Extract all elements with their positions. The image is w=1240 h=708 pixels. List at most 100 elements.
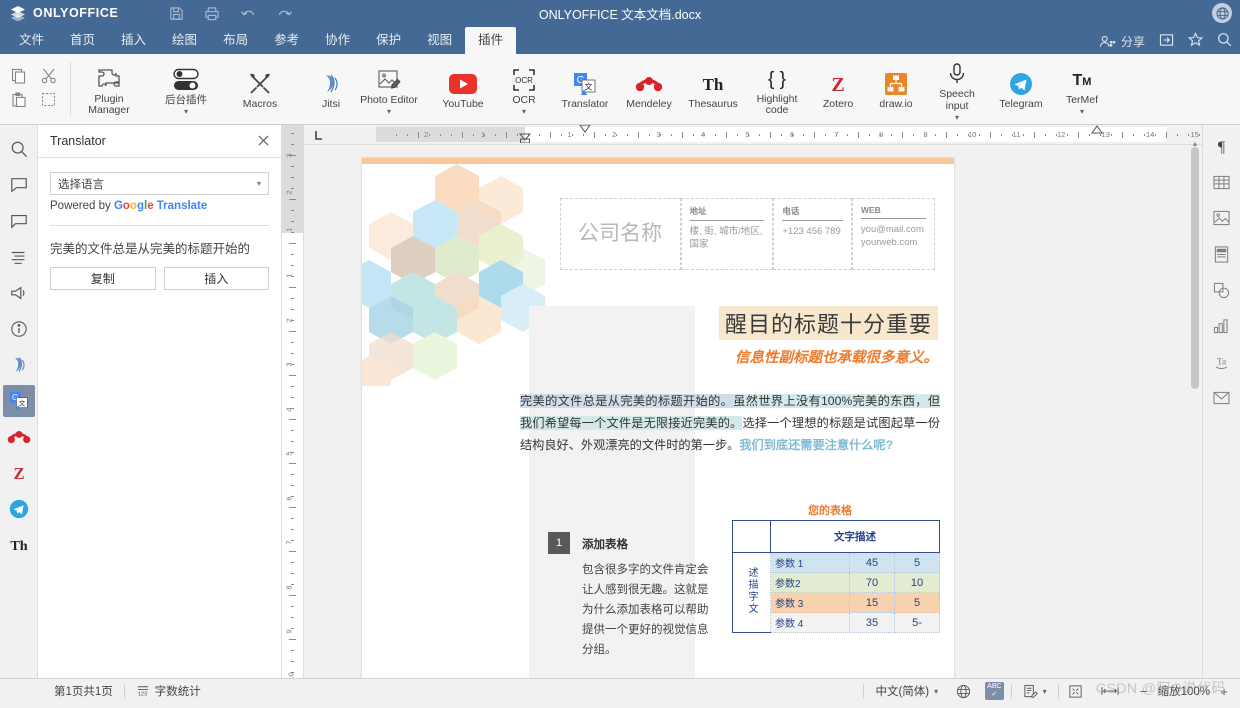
tab-2[interactable]: 插入 [108, 27, 159, 54]
plugin-button-thesaurus[interactable]: ThThesaurus [681, 54, 745, 124]
tab-7[interactable]: 保护 [363, 27, 414, 54]
right-sidebar-item-shape-settings[interactable] [1207, 275, 1237, 305]
chevron-down-icon[interactable]: ▾ [387, 108, 391, 115]
tab-0[interactable]: 文件 [6, 27, 57, 54]
select-all-icon[interactable] [41, 92, 59, 110]
right-sidebar-item-header-footer-settings[interactable] [1207, 239, 1237, 269]
right-sidebar-item-paragraph-settings[interactable]: ¶ [1207, 131, 1237, 161]
print-icon[interactable] [202, 3, 222, 23]
company-name-cell[interactable]: 公司名称 [560, 198, 681, 270]
plugin-button-zotero[interactable]: ZZotero [809, 54, 867, 124]
search-icon[interactable] [1217, 32, 1232, 50]
fit-width-button[interactable] [1092, 679, 1128, 704]
copy-button[interactable]: 复制 [50, 267, 156, 290]
tab-1[interactable]: 首页 [57, 27, 108, 54]
jitsi-icon [9, 355, 29, 375]
set-document-language-icon[interactable] [949, 679, 978, 704]
page-count[interactable]: 第1页共1页 [0, 679, 124, 704]
right-sidebar-item-chart-settings[interactable] [1207, 311, 1237, 341]
ruler-mark [880, 134, 881, 136]
sidebar-item-chat[interactable] [3, 205, 35, 237]
chevron-down-icon[interactable]: ▾ [184, 108, 188, 115]
plugin-button-macros[interactable]: Macros [231, 54, 289, 124]
plugin-button-highlight-code[interactable]: { }Highlight code [745, 54, 809, 124]
favorite-star-icon[interactable] [1188, 32, 1203, 50]
data-table[interactable]: 文字描述述描字文参数 1455参数27010参数 3155参数 4355- [732, 520, 940, 633]
ruler-tick: 2 [424, 130, 428, 139]
zoom-out-button[interactable]: − [1138, 684, 1150, 699]
zoom-in-button[interactable]: + [1218, 684, 1230, 699]
save-icon[interactable] [166, 3, 186, 23]
word-count-button[interactable]: 123 字数统计 [125, 679, 212, 704]
tab-6[interactable]: 协作 [312, 27, 363, 54]
web-cell[interactable]: WEB you@mail.com yourweb.com [852, 198, 935, 270]
copy-icon[interactable] [11, 68, 29, 86]
zoom-level[interactable]: 缩放100% [1158, 683, 1210, 699]
close-icon[interactable] [258, 134, 269, 148]
plugin-button-ocr[interactable]: OCROCR▾ [495, 54, 553, 124]
sidebar-item-zotero[interactable]: Z [3, 457, 35, 489]
vertical-ruler[interactable]: 32112345678910 [282, 125, 304, 678]
plugin-button-plugin-manager[interactable]: Plugin Manager [77, 54, 141, 124]
plugin-button-translator[interactable]: G 文 Translator [553, 54, 617, 124]
sidebar-item-about[interactable] [3, 313, 35, 345]
sidebar-item-search[interactable] [3, 133, 35, 165]
right-sidebar-item-image-settings[interactable] [1207, 203, 1237, 233]
sidebar-item-telegram[interactable] [3, 493, 35, 525]
sidebar-item-mendeley[interactable] [3, 421, 35, 453]
sidebar-item-comments[interactable] [3, 169, 35, 201]
fit-page-button[interactable] [1059, 679, 1092, 704]
plugin-button-draw-io[interactable]: draw.io [867, 54, 925, 124]
right-sidebar-item-mail-merge[interactable] [1207, 383, 1237, 413]
language-selector[interactable]: 中文(简体) ▾ [864, 679, 949, 704]
plugin-button-speech-input[interactable]: Speech input▾ [925, 54, 989, 124]
tab-3[interactable]: 绘图 [159, 27, 210, 54]
address-cell[interactable]: 地址 楼, 街, 城市/地区, 国家 [681, 198, 774, 270]
document-heading[interactable]: 醒目的标题十分重要 [578, 306, 938, 340]
tab-4[interactable]: 布局 [210, 27, 261, 54]
language-globe-icon[interactable] [1212, 3, 1232, 23]
document-page[interactable]: 公司名称 地址 楼, 街, 城市/地区, 国家 电话 +123 456 789 … [362, 158, 954, 678]
tab-stop-icon[interactable] [310, 126, 328, 144]
undo-icon[interactable] [238, 3, 258, 23]
right-sidebar-item-text-art-settings[interactable]: Ta [1207, 347, 1237, 377]
plugin-button-termef[interactable]: TMTerMef▾ [1053, 54, 1111, 124]
cut-icon[interactable] [41, 68, 59, 86]
share-button[interactable]: 分享 [1099, 33, 1145, 50]
chevron-down-icon[interactable]: ▾ [1080, 108, 1084, 115]
sidebar-item-translator[interactable]: G 文 [3, 385, 35, 417]
track-changes-button[interactable]: ▾ [1012, 679, 1058, 704]
plugin-button-mendeley[interactable]: Mendeley [617, 54, 681, 124]
scrollbar-thumb[interactable] [1191, 147, 1199, 389]
plugin-button-telegram[interactable]: Telegram [989, 54, 1053, 124]
chevron-down-icon[interactable]: ▾ [522, 108, 526, 115]
sidebar-item-thesaurus[interactable]: Th [3, 529, 35, 561]
plugin-button-photo-editor[interactable]: Photo Editor▾ [360, 54, 418, 124]
spellcheck-button[interactable]: ABC✓ [978, 679, 1010, 704]
open-location-icon[interactable] [1159, 33, 1174, 50]
tab-5[interactable]: 参考 [261, 27, 312, 54]
document-paragraph[interactable]: 完美的文件总是从完美的标题开始的。虽然世界上没有100%完美的东西，但我们希望每… [520, 390, 940, 456]
table-row[interactable]: 述描字文参数 1455 [733, 553, 940, 573]
company-header-table[interactable]: 公司名称 地址 楼, 街, 城市/地区, 国家 电话 +123 456 789 … [560, 198, 935, 270]
language-select[interactable]: 选择语言 ▾ [50, 172, 269, 195]
sidebar-item-navigation[interactable] [3, 241, 35, 273]
chevron-down-icon[interactable]: ▾ [955, 114, 959, 121]
sidebar-item-feedback[interactable] [3, 277, 35, 309]
horizontal-ruler[interactable]: 211234567891011121314151617 [304, 125, 1202, 145]
phone-cell[interactable]: 电话 +123 456 789 [773, 198, 852, 270]
document-scrollbar[interactable]: ▲ ▼ [1190, 147, 1200, 678]
numbered-section[interactable]: 1 添加表格 包含很多字的文件肯定会让人感到很无趣。这就是为什么添加表格可以帮助… [548, 532, 712, 660]
plugin-button-jitsi[interactable]: Jitsi [302, 54, 360, 124]
plugin-button-youtube[interactable]: YouTube [431, 54, 495, 124]
ruler-track[interactable]: 211234567891011121314151617 [376, 127, 1166, 142]
tab-9[interactable]: 插件 [465, 27, 516, 54]
tab-8[interactable]: 视图 [414, 27, 465, 54]
ruler-mark [462, 132, 463, 138]
redo-icon[interactable] [274, 3, 294, 23]
insert-button[interactable]: 插入 [164, 267, 270, 290]
sidebar-item-jitsi[interactable] [3, 349, 35, 381]
paste-icon[interactable] [11, 92, 29, 110]
plugin-button--[interactable]: 后台插件▾ [154, 54, 218, 124]
right-sidebar-item-table-settings[interactable] [1207, 167, 1237, 197]
